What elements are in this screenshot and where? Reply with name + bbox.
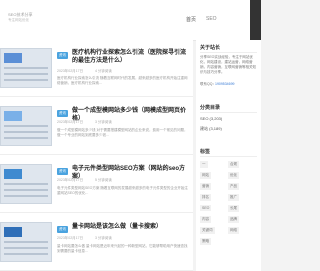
tag-link[interactable]: 策略 (200, 238, 211, 245)
list-item[interactable]: 资讯 做一个成型模网站多少钱（网模成型网页价格） 2023年02月17日 3 分… (0, 98, 193, 155)
post-excerpt: 电子元件类型网站SEO方案 随着互联网的发展越来越多的电子元件类型的企业开始注重… (57, 186, 188, 195)
post-date: 2023年02月17日 (57, 236, 84, 240)
post-meta: 3 分钟阅读 (95, 120, 112, 124)
post-list: 资讯 医疗机构行业探索怎么引流（医院探寻引流的最佳方法是什么） 2023年02月… (0, 40, 193, 271)
post-thumbnail[interactable] (0, 48, 52, 88)
search-button[interactable] (250, 0, 261, 40)
category-badge[interactable]: 资讯 (57, 110, 68, 117)
nav-home[interactable]: 首页 (186, 16, 196, 23)
about-heading: 关于站长 (200, 45, 221, 51)
category-link[interactable]: SEO (3,203) (200, 116, 222, 121)
divider (200, 156, 257, 157)
tag-link[interactable]: 排名 (200, 194, 211, 201)
tag-link[interactable]: 网站 (200, 172, 211, 179)
top-header: SEO技术分享 专注网站优化 首页 SEO (0, 0, 261, 41)
post-excerpt: 量卡网站要怎么做 量卡网站是近年来兴起的一种新型网站，它能够帮助用户快速查找到需… (57, 244, 188, 253)
tag-link[interactable]: 网络 (228, 227, 239, 234)
post-thumbnail[interactable] (0, 164, 52, 204)
categories-heading: 分类目录 (200, 105, 221, 111)
site-subtitle: 专注网站优化 (8, 18, 29, 22)
tag-link[interactable]: 推广 (228, 194, 239, 201)
tag-link[interactable]: 营销 (200, 183, 211, 190)
tag-link[interactable]: 产品 (228, 183, 239, 190)
sidebar: 关于站长 分享SEO实战经验，专注于网站优化，网站建设，建站运营，网络营销，内容… (196, 40, 261, 271)
post-title[interactable]: 电子元件类型网站SEO方案（网站的seo方案） (72, 165, 190, 181)
list-item[interactable]: 资讯 电子元件类型网站SEO方案（网站的seo方案） 2023年02月17日 5… (0, 156, 193, 213)
post-meta: 4 分钟阅读 (95, 69, 112, 73)
nav-seo[interactable]: SEO (206, 16, 217, 22)
divider (200, 112, 257, 113)
post-meta: 3 分钟阅读 (95, 236, 112, 240)
tag-link[interactable]: 内容 (200, 216, 211, 223)
post-date: 2023年02月17日 (57, 120, 84, 124)
post-thumbnail[interactable] (0, 106, 52, 146)
tag-link[interactable]: 品牌 (228, 216, 239, 223)
post-date: 2023年02月17日 (57, 69, 84, 73)
tags-heading: 标签 (200, 149, 211, 155)
category-badge[interactable]: 资讯 (57, 52, 68, 59)
category-badge[interactable]: 资讯 (57, 226, 68, 233)
contact-link[interactable]: 1909534699 (215, 82, 234, 86)
post-excerpt: 做一个成型模网站多少钱 对于需要搭建模型网站的企业来说，费用一个常见的问题，做一… (57, 128, 188, 137)
post-thumbnail[interactable] (0, 222, 52, 262)
post-title[interactable]: 量卡网站是该怎么做（量卡搜索） (72, 223, 190, 231)
about-text: 分享SEO实战经验，专注于网站优化，网站建设，建站运营，网络营销，内容营销，互联… (200, 55, 256, 74)
post-meta: 5 分钟阅读 (95, 178, 112, 182)
tag-link[interactable]: 合规 (228, 161, 239, 168)
contact-label: 联系QQ： (200, 82, 216, 86)
tag-link[interactable]: 长尾 (228, 205, 239, 212)
tag-link[interactable]: 关键词 (200, 227, 215, 234)
tag-link[interactable]: 一 (200, 161, 208, 168)
tag-link[interactable]: SEO (200, 205, 212, 211)
tag-link[interactable]: 优化 (228, 172, 239, 179)
list-item[interactable]: 资讯 医疗机构行业探索怎么引流（医院探寻引流的最佳方法是什么） 2023年02月… (0, 40, 193, 97)
post-excerpt: 医疗机构行业探索怎么引流 随着互联网时代的发展，越来越多的医疗机构开始注重网络营… (57, 76, 188, 85)
post-title[interactable]: 医疗机构行业探索怎么引流（医院探寻引流的最佳方法是什么） (72, 49, 190, 65)
post-title[interactable]: 做一个成型模网站多少钱（网模成型网页价格） (72, 107, 190, 123)
category-link[interactable]: 建站 (3,189) (200, 126, 222, 132)
post-date: 2023年02月17日 (57, 178, 84, 182)
list-item[interactable]: 资讯 量卡网站是该怎么做（量卡搜索） 2023年02月17日 3 分钟阅读 量卡… (0, 214, 193, 271)
divider (200, 52, 257, 53)
category-badge[interactable]: 资讯 (57, 168, 68, 175)
